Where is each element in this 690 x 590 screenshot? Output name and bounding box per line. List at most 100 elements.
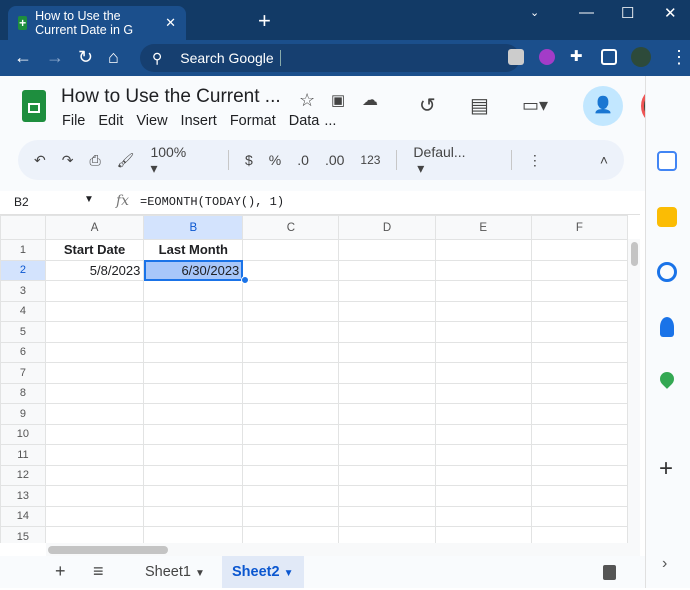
currency-format-button[interactable]: $ [245, 152, 253, 168]
extension-icon[interactable] [508, 49, 524, 65]
cell[interactable] [44, 362, 145, 384]
cell[interactable] [242, 464, 340, 486]
formula-input[interactable]: =EOMONTH(TODAY(), 1) [140, 195, 284, 209]
cell[interactable] [434, 280, 532, 302]
zoom-select[interactable]: 100% ▾ [150, 144, 212, 177]
cell[interactable] [338, 464, 436, 486]
extension-icon[interactable] [539, 49, 555, 65]
cell[interactable] [530, 485, 628, 507]
cell[interactable] [143, 505, 244, 527]
cell[interactable] [434, 485, 532, 507]
row-header[interactable]: 6 [0, 341, 46, 363]
fill-handle[interactable] [241, 276, 249, 284]
move-folder-icon[interactable]: ▣ [331, 91, 345, 109]
decrease-decimal-button[interactable]: .0 [297, 152, 309, 168]
print-icon[interactable]: ⎙ [89, 152, 100, 169]
cell[interactable] [434, 239, 532, 261]
cell[interactable] [242, 259, 340, 281]
cell-B2[interactable]: 6/30/2023 [143, 259, 244, 281]
explore-icon[interactable] [603, 565, 616, 580]
star-icon[interactable]: ☆ [299, 90, 315, 111]
cell[interactable] [242, 403, 340, 425]
cell[interactable] [44, 505, 145, 527]
cell[interactable] [242, 505, 340, 527]
add-addon-icon[interactable]: + [659, 455, 673, 483]
minimize-button[interactable]: — [579, 4, 594, 21]
cell[interactable] [44, 423, 145, 445]
cell[interactable] [530, 280, 628, 302]
cell[interactable] [434, 321, 532, 343]
cell[interactable] [530, 382, 628, 404]
cell[interactable] [143, 485, 244, 507]
side-panel-icon[interactable] [601, 49, 617, 65]
more-options-icon[interactable]: ⋮ [528, 152, 542, 169]
cell[interactable] [242, 382, 340, 404]
cell[interactable] [530, 444, 628, 466]
row-header[interactable]: 2 [0, 259, 46, 281]
chevron-down-icon[interactable]: ▼ [84, 194, 94, 205]
cell[interactable] [530, 526, 628, 543]
cell[interactable] [530, 259, 628, 281]
column-header[interactable]: A [44, 215, 145, 240]
cloud-status-icon[interactable]: ☁ [362, 90, 378, 110]
cell[interactable] [143, 526, 244, 543]
percent-format-button[interactable]: % [269, 152, 281, 168]
sheet-tab-sheet2[interactable]: Sheet2 ▼ [222, 556, 304, 588]
cell[interactable] [434, 300, 532, 322]
cell[interactable] [143, 382, 244, 404]
cell[interactable] [143, 423, 244, 445]
cell[interactable] [338, 321, 436, 343]
cell[interactable] [434, 259, 532, 281]
undo-icon[interactable]: ↶ [34, 152, 46, 169]
cell[interactable] [242, 300, 340, 322]
cell[interactable] [338, 341, 436, 363]
row-header[interactable]: 12 [0, 464, 46, 486]
add-sheet-button[interactable]: + [55, 561, 66, 582]
cell[interactable] [44, 280, 145, 302]
cell[interactable] [338, 280, 436, 302]
row-header[interactable]: 10 [0, 423, 46, 445]
cell[interactable] [434, 382, 532, 404]
cell[interactable] [338, 444, 436, 466]
expand-panel-icon[interactable]: › [662, 555, 667, 573]
cell[interactable] [44, 382, 145, 404]
row-header[interactable]: 15 [0, 526, 46, 543]
cell[interactable] [143, 280, 244, 302]
row-header[interactable]: 4 [0, 300, 46, 322]
cell[interactable] [44, 464, 145, 486]
cell[interactable] [530, 341, 628, 363]
sheets-logo[interactable] [22, 90, 46, 122]
cell[interactable] [143, 464, 244, 486]
menu-format[interactable]: Format [230, 113, 276, 129]
extensions-puzzle-icon[interactable]: ✚ [570, 47, 583, 65]
close-window-button[interactable]: ✕ [664, 4, 677, 22]
cell[interactable] [44, 321, 145, 343]
cell[interactable] [434, 423, 532, 445]
contacts-icon[interactable] [660, 317, 674, 337]
spreadsheet-grid[interactable]: A B C D E F 1 Start Date Last Month 2 5/… [0, 215, 628, 543]
row-header[interactable]: 7 [0, 362, 46, 384]
menu-data[interactable]: Data [289, 113, 320, 129]
collapse-menu-icon[interactable]: ˄ [600, 152, 608, 168]
cell[interactable] [242, 444, 340, 466]
cell[interactable] [242, 485, 340, 507]
cell[interactable] [44, 341, 145, 363]
cell[interactable] [242, 239, 340, 261]
cell[interactable] [530, 464, 628, 486]
forward-icon[interactable]: → [46, 47, 64, 68]
reload-icon[interactable]: ↻ [78, 47, 93, 68]
browser-tab[interactable]: + How to Use the Current Date in G ✕ [8, 6, 186, 40]
cell[interactable] [242, 321, 340, 343]
menu-file[interactable]: File [62, 113, 85, 129]
cell[interactable] [143, 341, 244, 363]
calendar-icon[interactable] [657, 151, 677, 171]
cell[interactable] [242, 280, 340, 302]
row-header[interactable]: 14 [0, 505, 46, 527]
row-header[interactable]: 9 [0, 403, 46, 425]
row-header[interactable]: 1 [0, 239, 46, 261]
cell[interactable] [44, 444, 145, 466]
cell[interactable] [530, 239, 628, 261]
doc-title[interactable]: How to Use the Current ... [61, 86, 281, 108]
paint-format-icon[interactable]: 🖌 [117, 152, 135, 169]
cell[interactable] [242, 341, 340, 363]
